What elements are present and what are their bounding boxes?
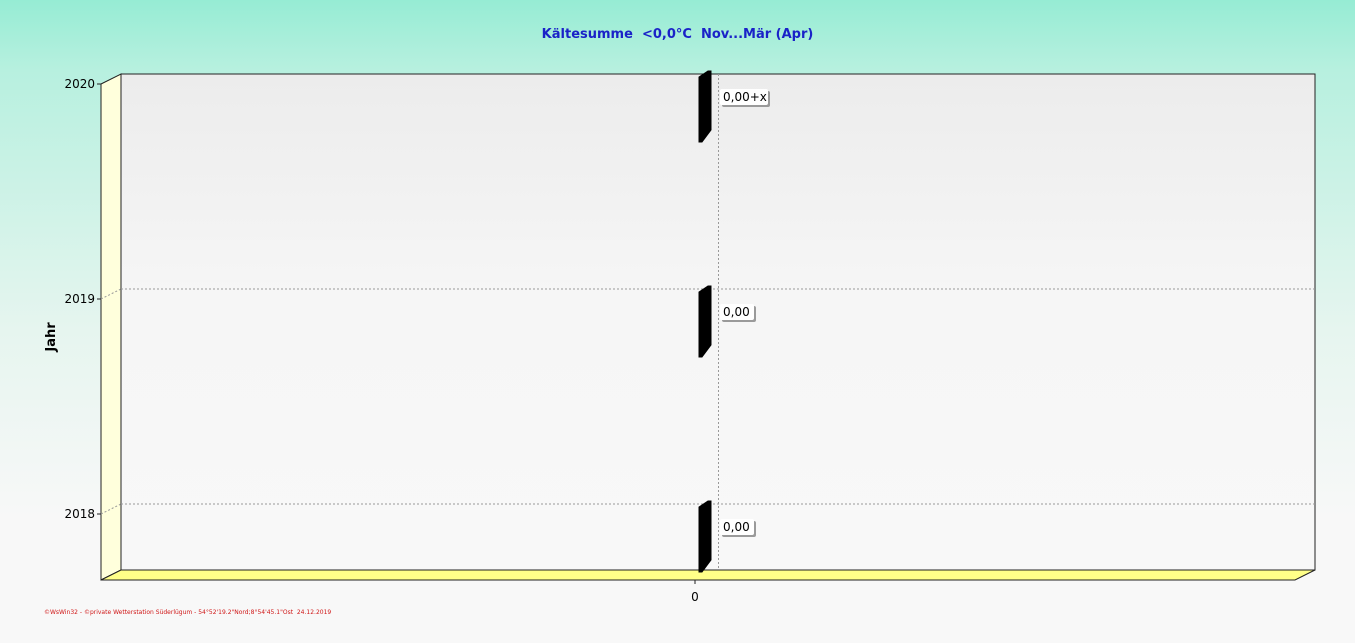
chart-plot: 2020 2019 2018 0 0,00+x 0,00 0,00 Jahr	[44, 70, 1316, 604]
y-axis-title: Jahr	[44, 322, 59, 353]
bar	[698, 70, 712, 143]
y-tick-label: 2019	[64, 292, 95, 306]
y-tick-label: 2020	[64, 77, 95, 91]
plot-side-wall	[100, 73, 122, 581]
bar	[698, 500, 712, 573]
plot-floor	[100, 569, 1316, 581]
footer-note: ©WsWin32 - ©private Wetterstation Süderl…	[44, 609, 332, 616]
bar	[698, 285, 712, 358]
data-label: 0,00+x	[723, 90, 767, 104]
y-tick-label: 2018	[64, 507, 95, 521]
data-label: 0,00	[723, 305, 750, 319]
chart: Kältesumme <0,0°C Nov...Mär (Apr) 2020 20…	[0, 0, 1355, 643]
x-tick-label: 0	[691, 590, 699, 604]
data-label: 0,00	[723, 520, 750, 534]
